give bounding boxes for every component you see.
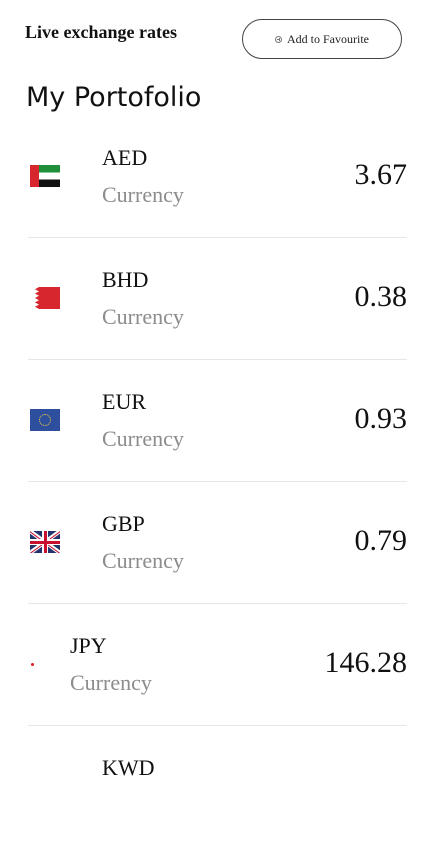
eu-flag-icon [30, 409, 60, 431]
currency-row-aed[interactable]: AED Currency 3.67 [0, 116, 427, 238]
top-bar: Live exchange rates Add to Favourite [0, 0, 427, 80]
currency-row-bhd[interactable]: BHD Currency 0.38 [0, 238, 427, 360]
currency-code: AED [102, 145, 148, 170]
bahrain-flag-icon [30, 287, 60, 309]
plus-circle-icon [275, 35, 282, 43]
currency-label: Currency [70, 670, 152, 695]
currency-label: Currency [102, 426, 184, 451]
add-to-favourite-label: Add to Favourite [287, 31, 369, 46]
page-title: My Portofolio [26, 82, 202, 113]
add-to-favourite-button[interactable]: Add to Favourite [242, 19, 402, 59]
currency-rate: 0.93 [354, 402, 408, 435]
uk-flag-icon [30, 531, 60, 553]
currency-label: Currency [102, 548, 184, 573]
currency-code: GBP [102, 511, 145, 536]
currency-label: Currency [102, 182, 184, 207]
currency-row-jpy[interactable]: JPY Currency 146.28 [0, 604, 427, 726]
currency-rate: 0.38 [354, 280, 408, 313]
uae-flag-icon [30, 165, 60, 187]
currency-list: AED Currency 3.67 BHD Currency 0.38 EUR … [0, 116, 427, 848]
currency-rate: 0.79 [354, 524, 408, 557]
currency-label: Currency [102, 304, 184, 329]
currency-row-kwd[interactable]: KWD [0, 726, 427, 848]
currency-rate: 146.28 [324, 646, 408, 679]
currency-code: JPY [70, 633, 107, 658]
app-title: Live exchange rates [25, 22, 177, 42]
japan-flag-icon [31, 663, 34, 666]
currency-row-gbp[interactable]: GBP Currency 0.79 [0, 482, 427, 604]
currency-code: EUR [102, 389, 146, 414]
currency-rate: 3.67 [354, 158, 408, 191]
currency-row-eur[interactable]: EUR Currency 0.93 [0, 360, 427, 482]
currency-code: KWD [102, 755, 155, 780]
currency-code: BHD [102, 267, 149, 292]
